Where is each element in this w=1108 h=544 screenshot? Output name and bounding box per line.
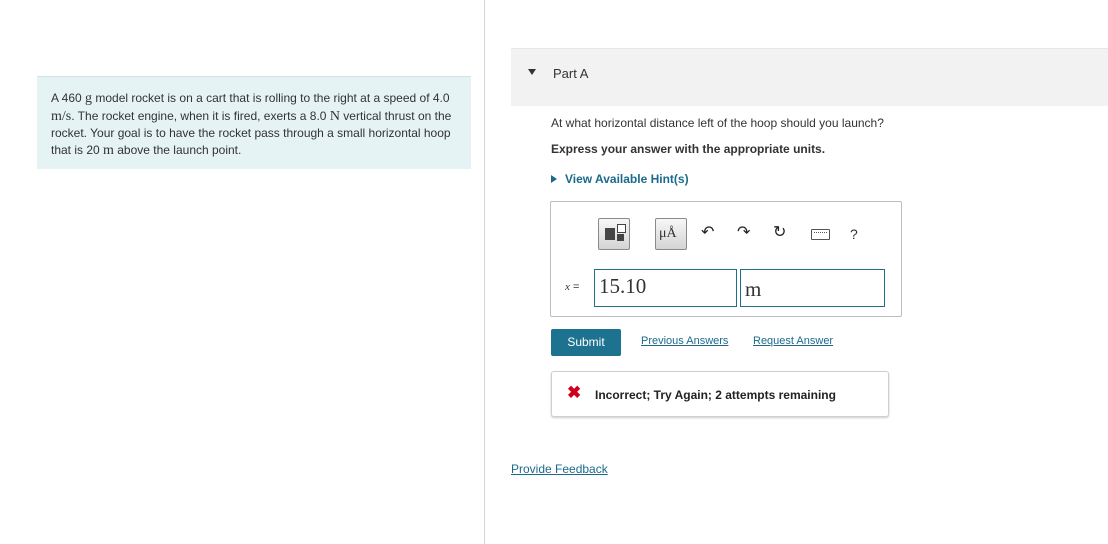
- problem-text-1: A 460: [51, 91, 86, 105]
- answer-value-input[interactable]: 15.10: [594, 269, 737, 307]
- provide-feedback-link[interactable]: Provide Feedback: [511, 462, 608, 476]
- hints-label: View Available Hint(s): [565, 172, 689, 186]
- templates-icon-part: [617, 234, 624, 241]
- units-button[interactable]: μÅ: [655, 218, 687, 250]
- collapse-caret-icon[interactable]: [528, 69, 536, 75]
- answer-variable-label: x =: [565, 281, 579, 293]
- templates-icon-part: [617, 224, 626, 233]
- feedback-message-box: ✖ Incorrect; Try Again; 2 attempts remai…: [551, 371, 889, 417]
- templates-icon: [605, 228, 615, 240]
- expand-triangle-icon: [551, 174, 557, 183]
- keyboard-icon[interactable]: [811, 229, 830, 240]
- feedback-text: Incorrect; Try Again; 2 attempts remaini…: [595, 388, 836, 402]
- answer-panel: μÅ ↶ ↷ ↻ ? x = 15.10 m: [550, 201, 902, 317]
- problem-statement: A 460 g model rocket is on a cart that i…: [37, 76, 471, 169]
- incorrect-x-icon: ✖: [567, 383, 582, 402]
- request-answer-link[interactable]: Request Answer: [753, 335, 833, 347]
- problem-text-5: above the launch point.: [113, 142, 242, 157]
- panel-divider: [484, 0, 485, 544]
- problem-text-2: model rocket is on a cart that is rollin…: [92, 91, 450, 105]
- unit-meters-per-second: m/s: [51, 108, 72, 124]
- unit-meters: m: [103, 142, 114, 158]
- problem-text-3: . The rocket engine, when it is fired, e…: [71, 108, 330, 123]
- undo-icon[interactable]: ↶: [701, 225, 714, 241]
- templates-button[interactable]: [598, 218, 630, 250]
- units-icon: μÅ: [659, 226, 677, 241]
- part-a-header[interactable]: Part A: [511, 48, 1108, 106]
- part-title: Part A: [553, 66, 589, 81]
- equals-sign: =: [569, 281, 580, 293]
- submit-button[interactable]: Submit: [551, 329, 621, 356]
- previous-answers-link[interactable]: Previous Answers: [641, 335, 728, 347]
- redo-icon[interactable]: ↷: [737, 225, 750, 241]
- answer-unit-input[interactable]: m: [740, 269, 885, 307]
- view-hints-link[interactable]: View Available Hint(s): [551, 172, 689, 186]
- reset-icon[interactable]: ↻: [773, 225, 786, 241]
- help-icon[interactable]: ?: [850, 226, 858, 242]
- unit-grams: g: [85, 91, 93, 106]
- instruction-text: Express your answer with the appropriate…: [551, 142, 826, 156]
- question-text: At what horizontal distance left of the …: [551, 116, 884, 130]
- unit-newtons: N: [329, 108, 340, 124]
